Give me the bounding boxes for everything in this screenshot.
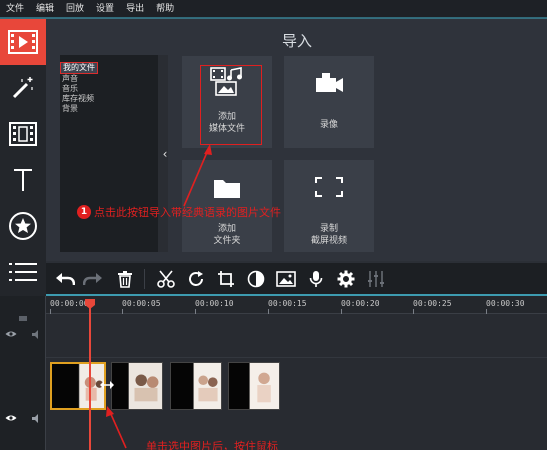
folder-item-backgrounds[interactable]: 背景 [60,104,158,114]
text-icon [14,169,32,191]
screen-capture-button[interactable]: 录制 截屏视频 [284,160,374,252]
playhead[interactable] [89,300,91,450]
annotation-step-1: 1 点击此按钮导入带经典语录的图片文件 [77,204,281,220]
rail-titles-button[interactable] [0,157,46,203]
clip-black-frame [52,364,78,408]
annotation-arrow-icon [106,406,127,449]
annotation-step-text: 点击此按钮导入带经典语录的图片文件 [94,206,281,219]
annotation-step-number: 1 [77,205,91,219]
record-label: 录像 [319,120,338,130]
tick-label: 00:00:15 [268,299,307,308]
left-rail [0,19,46,297]
image-button[interactable] [273,267,299,291]
clip-1[interactable] [50,362,106,410]
record-video-button[interactable]: 录像 [284,56,374,148]
color-adjust-button[interactable] [243,267,269,291]
eye-icon[interactable] [5,414,17,422]
magic-wand-icon [12,77,33,99]
trash-icon [118,271,132,288]
rotate-icon [189,271,203,286]
menu-bar: 文件 编辑 回放 设置 导出 帮助 [0,0,547,18]
scissors-icon [157,270,175,288]
undo-icon [56,273,75,286]
app-window: 文件 编辑 回放 设置 导出 帮助 导入 我的文件 声音 音乐 库存视频 背景 … [0,0,547,450]
screen-capture-label-2: 截屏视频 [310,236,347,246]
equalizer-button[interactable] [363,267,389,291]
toolbar-separator [144,269,145,289]
menu-help[interactable]: 帮助 [156,0,174,18]
redo-icon [83,273,102,286]
menu-export[interactable]: 导出 [126,0,144,18]
speaker-icon[interactable] [32,414,42,423]
clip-thumbnail [128,363,162,409]
split-button[interactable] [153,267,179,291]
screen-capture-icon [315,177,343,197]
clip-black-frame [229,363,249,409]
import-icon [8,30,38,54]
crop-icon [218,271,234,287]
rail-transitions-button[interactable] [0,111,46,157]
screen-capture-label-1: 录制 [319,224,338,234]
chevron-left-icon: ‹ [162,147,168,161]
film-icon [9,122,37,146]
tick-label: 00:00:20 [341,299,380,308]
rail-effects-button[interactable] [0,65,46,111]
clip-thumbnail [249,363,279,409]
clip-black-frame [171,363,193,409]
annotation-drag-text: 单击选中图片后，按住鼠标 [146,440,278,450]
tick-label: 00:00:05 [122,299,161,308]
camera-icon [316,73,343,92]
folder-item-music[interactable]: 音乐 [60,84,158,94]
tick-label: 00:00:00 [50,299,89,308]
clip-black-frame [112,363,128,409]
menu-file[interactable]: 文件 [6,0,24,18]
rail-more-button[interactable] [0,249,46,295]
menu-playback[interactable]: 回放 [66,0,84,18]
tick-label: 00:00:10 [195,299,234,308]
color-icon [247,270,265,288]
clip-thumbnail [193,363,221,409]
folder-item-sounds[interactable]: 声音 [60,74,158,84]
speaker-icon[interactable] [32,330,42,339]
record-audio-button[interactable] [303,267,329,291]
annotation-arrow-icon [183,144,212,207]
rotate-button[interactable] [183,267,209,291]
list-icon [9,263,37,281]
sticker-icon [9,212,37,240]
overlay-track[interactable] [46,314,547,358]
add-folder-label-1: 添加 [217,224,236,234]
resize-cursor-icon [100,381,114,389]
clip-4[interactable] [228,362,280,410]
tick-label: 00:00:25 [413,299,452,308]
clip-3[interactable] [170,362,222,410]
image-icon [276,271,296,287]
folder-list: 我的文件 声音 音乐 库存视频 背景 [60,55,158,252]
edit-toolbar [46,263,547,295]
undo-button[interactable] [52,267,78,291]
gear-icon [337,270,355,288]
folder-item-stock-video[interactable]: 库存视频 [60,94,158,104]
collapse-panel-button[interactable]: ‹ [159,147,171,161]
track-lock-icon[interactable] [17,313,29,321]
menu-edit[interactable]: 编辑 [36,0,54,18]
tick-label: 00:00:30 [486,299,525,308]
rail-stickers-button[interactable] [0,203,46,249]
crop-button[interactable] [213,267,239,291]
settings-button[interactable] [333,267,359,291]
menu-settings[interactable]: 设置 [96,0,114,18]
redo-button[interactable] [80,267,106,291]
delete-button[interactable] [112,267,138,291]
microphone-icon [309,271,323,287]
folder-item-my-files[interactable]: 我的文件 [60,62,98,74]
annotation-highlight-box [200,65,262,145]
equalizer-icon [368,271,384,287]
clip-2[interactable] [111,362,163,410]
add-folder-label-2: 文件夹 [213,236,241,246]
import-title: 导入 [282,32,313,50]
eye-icon[interactable] [5,330,17,338]
rail-import-button[interactable] [0,19,46,65]
